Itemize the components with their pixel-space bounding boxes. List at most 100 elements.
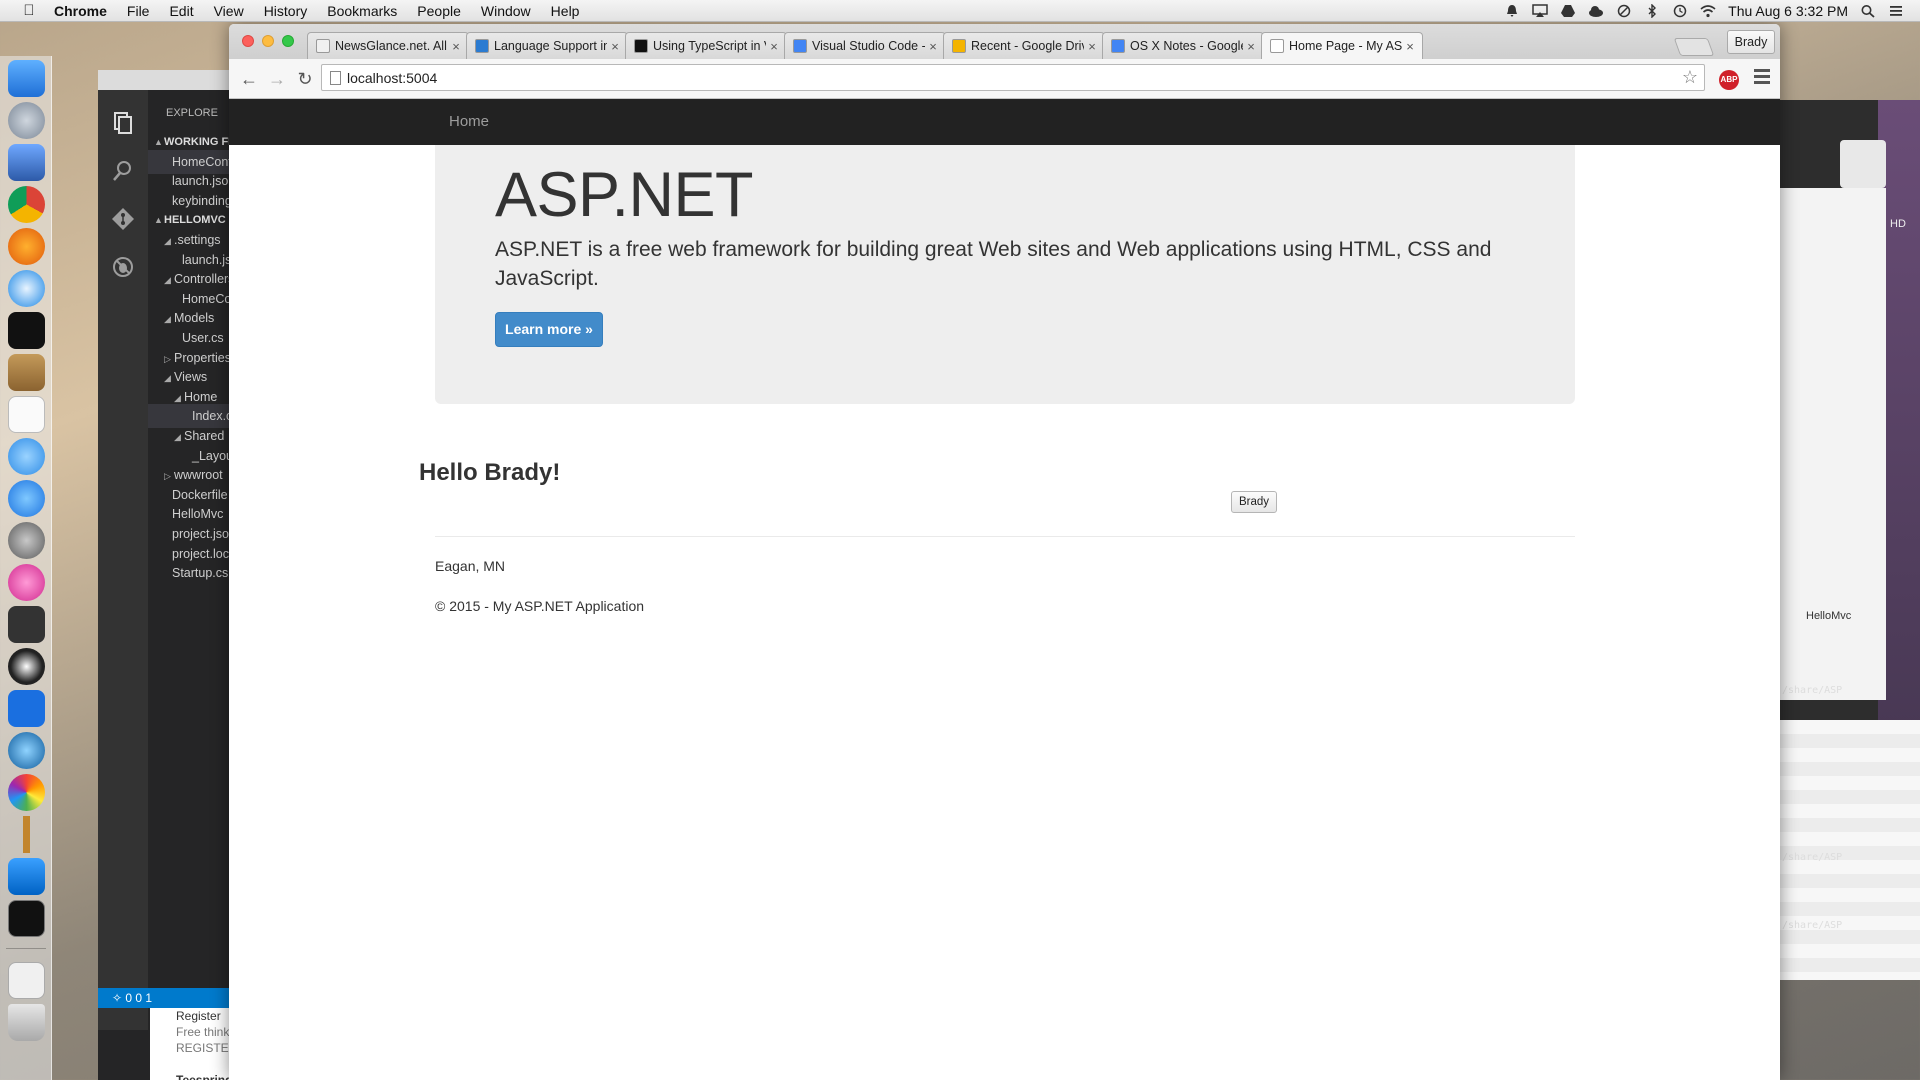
git-icon[interactable] [110, 206, 136, 232]
chrome-window: NewsGlance.net. All your n×Language Supp… [229, 24, 1780, 1080]
browser-tab[interactable]: Home Page - My ASP.NET× [1261, 32, 1423, 59]
preview-icon[interactable] [8, 144, 45, 181]
browser-tab[interactable]: Language Support in Visual× [466, 32, 628, 59]
minimize-window-button[interactable] [262, 35, 274, 47]
tab-close-icon[interactable]: × [607, 39, 623, 54]
spotlight-icon[interactable] [1860, 4, 1876, 18]
learn-more-button[interactable]: Learn more » [495, 312, 603, 347]
contacts-icon[interactable] [8, 354, 45, 391]
tab-close-icon[interactable]: × [1084, 39, 1100, 54]
time-machine-icon[interactable] [1672, 4, 1688, 18]
itunes-icon[interactable] [8, 564, 45, 601]
bookmark-star-icon[interactable]: ☆ [1682, 67, 1698, 88]
browser-tab[interactable]: Using TypeScript in Visual× [625, 32, 787, 59]
messages-icon[interactable] [8, 438, 45, 475]
tab-favicon-icon [1270, 39, 1284, 53]
profile-button[interactable]: Brady [1727, 30, 1775, 54]
apple-icon[interactable]:  [20, 2, 38, 19]
sublime-text-icon[interactable] [8, 606, 45, 643]
back-arrow-icon[interactable]: ← [237, 67, 261, 91]
finder-icon[interactable] [8, 60, 45, 97]
name-button[interactable]: Brady [1231, 491, 1277, 513]
app-circle-icon[interactable] [8, 648, 45, 685]
browser-tab[interactable]: Recent - Google Drive × [943, 32, 1105, 59]
reload-icon[interactable]: ↻ [293, 67, 317, 91]
pencil-icon[interactable] [8, 816, 45, 853]
browser-tab[interactable]: OS X Notes - Google Docs× [1102, 32, 1264, 59]
tab-favicon-icon [1111, 39, 1125, 53]
system-preferences-icon[interactable] [8, 522, 45, 559]
notification-icon[interactable] [1504, 4, 1520, 18]
finder-sidebar-panel [1778, 188, 1886, 700]
tab-close-icon[interactable]: × [448, 39, 464, 54]
browser-tab[interactable]: Visual Studio Code - Goog× [784, 32, 946, 59]
tree-item-label: launch.json [182, 252, 230, 267]
launchpad-icon[interactable] [8, 102, 45, 139]
forward-arrow-icon[interactable]: → [265, 67, 289, 91]
tree-item-label: Models [174, 311, 215, 326]
menu-edit[interactable]: Edit [169, 3, 193, 19]
menu-help[interactable]: Help [551, 3, 580, 19]
cloud-icon[interactable] [1588, 4, 1604, 18]
documents-stack-icon[interactable] [8, 962, 45, 999]
trash-icon[interactable] [8, 1004, 45, 1041]
tree-item-label: HelloMvc [172, 507, 224, 522]
live-icon[interactable] [8, 690, 45, 727]
close-window-button[interactable] [242, 35, 254, 47]
menu-history[interactable]: History [264, 3, 308, 19]
tab-close-icon[interactable]: × [1243, 39, 1259, 54]
spiral-app-icon[interactable] [8, 732, 45, 769]
wifi-icon[interactable] [1700, 4, 1716, 18]
visual-studio-code-icon[interactable] [8, 858, 45, 895]
menu-app-name[interactable]: Chrome [54, 3, 107, 19]
notification-center-icon[interactable] [1888, 4, 1904, 18]
bluetooth-icon[interactable] [1644, 2, 1660, 19]
clock[interactable]: Thu Aug 6 3:32 PM [1728, 3, 1848, 19]
problems-status[interactable]: 0 0 1 [125, 991, 152, 1005]
nav-home-link[interactable]: Home [449, 113, 489, 130]
address-bar[interactable]: ☆ [321, 64, 1705, 91]
url-input[interactable] [347, 67, 1647, 88]
menu-bookmarks[interactable]: Bookmarks [327, 3, 397, 19]
firefox-icon[interactable] [8, 228, 45, 265]
sling-icon[interactable] [8, 312, 45, 349]
adblock-plus-icon[interactable]: ABP [1719, 70, 1739, 90]
tab-favicon-icon [793, 39, 807, 53]
terminal-icon[interactable] [8, 900, 45, 937]
search-icon[interactable] [110, 158, 136, 184]
browser-tab[interactable]: NewsGlance.net. All your n× [307, 32, 469, 59]
menu-file[interactable]: File [127, 3, 150, 19]
chrome-menu-icon[interactable] [1754, 69, 1770, 87]
airplay-icon[interactable] [1532, 3, 1548, 18]
tree-item-label: WORKING FILES [164, 136, 230, 148]
location-text: Eagan, MN [435, 558, 506, 574]
explorer-icon[interactable] [110, 110, 136, 136]
tab-title: NewsGlance.net. All your n [335, 39, 448, 53]
sync-icon[interactable] [1616, 4, 1632, 18]
menu-view[interactable]: View [214, 3, 244, 19]
menu-people[interactable]: People [417, 3, 461, 19]
new-tab-button[interactable] [1673, 38, 1715, 56]
debug-icon[interactable] [110, 254, 136, 280]
hd-label: HD [1890, 218, 1906, 230]
photos-icon[interactable] [8, 774, 45, 811]
zoom-window-button[interactable] [282, 35, 294, 47]
tab-close-icon[interactable]: × [925, 39, 941, 54]
app-store-icon[interactable] [8, 480, 45, 517]
drive-icon[interactable] [1560, 4, 1576, 18]
tab-close-icon[interactable]: × [766, 39, 782, 54]
tree-item-label: Shared [184, 429, 225, 443]
finder-breadcrumb[interactable]: HelloMvc [1806, 610, 1851, 622]
safari-icon[interactable] [8, 270, 45, 307]
tab-close-icon[interactable]: × [1402, 39, 1418, 54]
tab-favicon-icon [952, 39, 966, 53]
git-branch-icon[interactable]: ✧ [112, 991, 122, 1005]
tree-item-label: Views [174, 370, 208, 385]
tree-item-label: User.cs [182, 331, 224, 345]
tree-item[interactable]: Startup.cs [148, 561, 230, 585]
tree-item-label: Index.cshtml [192, 409, 230, 424]
calendar-icon[interactable] [8, 396, 45, 433]
chrome-dock-icon[interactable] [8, 186, 45, 223]
menu-window[interactable]: Window [481, 3, 531, 19]
vscode-status-bar: ✧ 0 0 1 [98, 988, 230, 1008]
